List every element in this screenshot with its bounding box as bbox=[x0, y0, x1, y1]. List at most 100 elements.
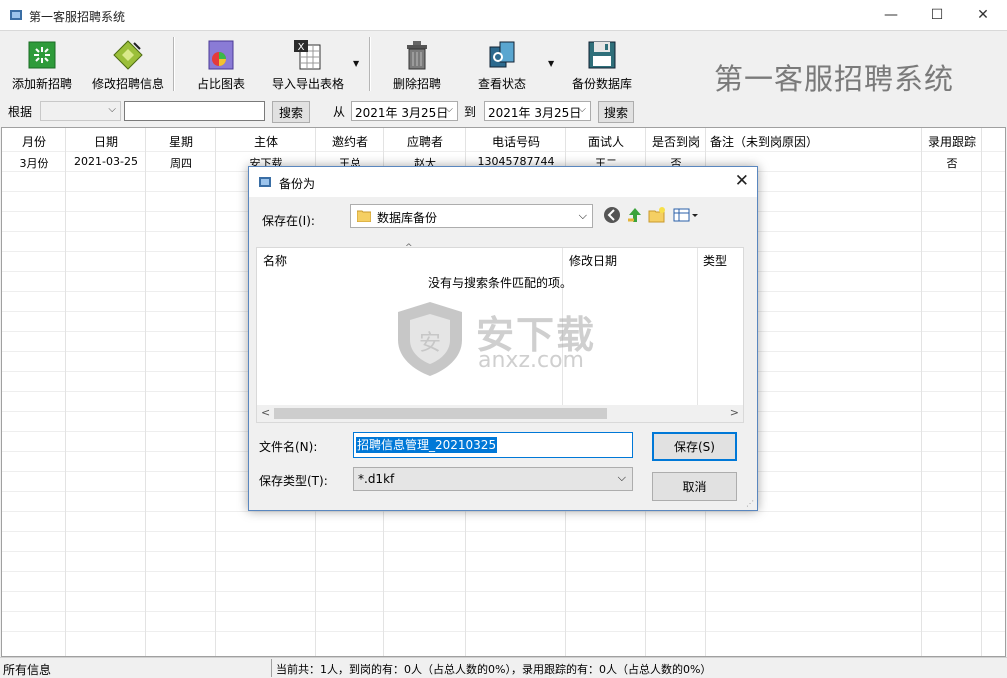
status-summary: 当前共：1人，到岗的有：0人（占总人数的0%），录用跟踪的有：0人（占总人数的0… bbox=[276, 663, 712, 676]
app-icon bbox=[259, 177, 271, 187]
toolbar-separator bbox=[369, 37, 371, 91]
status-separator bbox=[271, 659, 272, 677]
column-header-month[interactable]: 月份 bbox=[2, 133, 66, 150]
filetype-value: *.d1kf bbox=[358, 472, 395, 486]
back-icon[interactable] bbox=[603, 206, 621, 224]
dialog-title-bar: 备份为 ✕ bbox=[249, 167, 757, 197]
edit-recruit-button[interactable]: 修改招聘信息 bbox=[88, 35, 168, 93]
status-left: 所有信息 bbox=[3, 663, 52, 677]
up-folder-icon[interactable] bbox=[626, 206, 644, 224]
column-header-inviter[interactable]: 邀约者 bbox=[316, 133, 384, 150]
import-export-dropdown-arrow[interactable]: ▼ bbox=[353, 59, 359, 68]
from-date-value: 2021年 3月25日 bbox=[355, 106, 449, 120]
date-search-button[interactable]: 搜索 bbox=[598, 101, 634, 123]
status-bar: 所有信息 当前共：1人，到岗的有：0人（占总人数的0%），录用跟踪的有：0人（占… bbox=[0, 657, 1007, 678]
filter-bar: 根据 ⌵ 搜索 从 2021年 3月25日 ⌵ 到 2021年 3月25日 ⌵ … bbox=[0, 97, 1007, 125]
to-label: 到 bbox=[464, 105, 477, 119]
column-header-remark[interactable]: 备注（未到岗原因） bbox=[710, 133, 818, 150]
cell-weekday[interactable]: 周四 bbox=[146, 155, 216, 171]
keyword-search-button[interactable]: 搜索 bbox=[272, 101, 310, 123]
cell-month[interactable]: 3月份 bbox=[2, 155, 66, 171]
svg-text:安: 安 bbox=[419, 331, 441, 356]
cancel-button[interactable]: 取消 bbox=[652, 472, 737, 501]
cell-date[interactable]: 2021-03-25 bbox=[66, 155, 146, 168]
delete-recruit-label: 删除招聘 bbox=[392, 77, 441, 91]
column-header-modified[interactable]: 修改日期 bbox=[569, 252, 617, 269]
sort-indicator-icon: ^ bbox=[405, 243, 413, 253]
dialog-title: 备份为 bbox=[279, 177, 316, 191]
save-button[interactable]: 保存(S) bbox=[652, 432, 737, 461]
view-status-label: 查看状态 bbox=[477, 77, 526, 91]
column-header-applicant[interactable]: 应聘者 bbox=[384, 133, 466, 150]
to-date-picker[interactable]: 2021年 3月25日 ⌵ bbox=[484, 101, 591, 121]
backup-database-label: 备份数据库 bbox=[571, 77, 632, 91]
filename-value: 招聘信息管理_20210325 bbox=[356, 437, 498, 453]
watermark: 安 安下载 anxz.com bbox=[394, 300, 624, 380]
import-export-icon: X bbox=[294, 40, 321, 70]
scroll-right-icon[interactable]: > bbox=[730, 406, 739, 419]
chevron-down-icon: ⌵ bbox=[578, 104, 586, 115]
column-month: 月份 3月份 bbox=[2, 128, 66, 656]
scroll-left-icon[interactable]: < bbox=[261, 406, 270, 419]
chevron-down-icon: ⌵ bbox=[108, 104, 116, 115]
add-recruit-label: 添加新招聘 bbox=[11, 77, 72, 91]
column-header-interviewer[interactable]: 面试人 bbox=[566, 133, 646, 150]
shield-icon: 安 bbox=[398, 302, 462, 376]
column-date: 日期 2021-03-25 bbox=[66, 128, 146, 656]
brand-title: 第一客服招聘系统 bbox=[714, 62, 955, 96]
column-divider bbox=[697, 248, 698, 406]
resize-grip-icon[interactable]: ⋰ bbox=[746, 499, 754, 508]
maximize-button[interactable]: ☐ bbox=[914, 0, 960, 30]
scroll-thumb[interactable] bbox=[274, 408, 607, 419]
filetype-select[interactable]: *.d1kf ⌵ bbox=[353, 467, 633, 491]
column-header-date[interactable]: 日期 bbox=[66, 133, 146, 150]
minimize-button[interactable]: — bbox=[868, 0, 914, 30]
column-header-type[interactable]: 类型 bbox=[703, 252, 727, 269]
view-menu-icon[interactable] bbox=[673, 206, 699, 224]
column-header-hire-tracking[interactable]: 录用跟踪 bbox=[922, 133, 982, 150]
horizontal-scrollbar[interactable]: < > bbox=[257, 405, 743, 422]
view-status-button[interactable]: 查看状态 bbox=[473, 35, 531, 93]
filetype-label: 保存类型(T): bbox=[259, 474, 328, 488]
app-icon bbox=[10, 10, 22, 20]
column-header-onboard[interactable]: 是否到岗 bbox=[646, 133, 706, 150]
filter-by-label: 根据 bbox=[8, 105, 33, 119]
window-title: 第一客服招聘系统 bbox=[29, 10, 126, 24]
column-header-weekday[interactable]: 星期 bbox=[146, 133, 216, 150]
empty-message: 没有与搜索条件匹配的项。 bbox=[427, 276, 572, 290]
column-header-subject[interactable]: 主体 bbox=[216, 133, 316, 150]
filter-field-select[interactable]: ⌵ bbox=[40, 101, 121, 121]
from-label: 从 bbox=[333, 105, 346, 119]
add-recruit-icon bbox=[28, 41, 56, 69]
edit-recruit-label: 修改招聘信息 bbox=[91, 77, 164, 91]
toolbar-separator bbox=[173, 37, 175, 91]
trash-icon bbox=[407, 41, 427, 70]
column-header-phone[interactable]: 电话号码 bbox=[466, 133, 566, 150]
from-date-picker[interactable]: 2021年 3月25日 ⌵ bbox=[351, 101, 458, 121]
save-in-value: 数据库备份 bbox=[377, 211, 438, 225]
filename-input[interactable]: 招聘信息管理_20210325 bbox=[353, 432, 633, 458]
to-date-value: 2021年 3月25日 bbox=[488, 106, 582, 120]
chevron-down-icon: ⌵ bbox=[445, 104, 453, 115]
close-button[interactable]: ✕ bbox=[960, 0, 1006, 30]
column-weekday: 星期 周四 bbox=[146, 128, 216, 656]
filename-label: 文件名(N): bbox=[259, 440, 318, 454]
status-icon bbox=[489, 41, 515, 68]
import-export-button[interactable]: X 导入导出表格 bbox=[266, 35, 350, 93]
title-bar: 第一客服招聘系统 — ☐ ✕ bbox=[0, 0, 1007, 31]
dialog-close-button[interactable]: ✕ bbox=[735, 171, 749, 191]
cell-hire-tracking[interactable]: 否 bbox=[922, 155, 982, 171]
folder-icon bbox=[357, 210, 371, 222]
keyword-input[interactable] bbox=[124, 101, 265, 121]
save-in-select[interactable]: 数据库备份 ⌵ bbox=[350, 204, 593, 228]
chart-label: 占比图表 bbox=[196, 77, 245, 91]
new-folder-icon[interactable] bbox=[648, 206, 666, 224]
add-recruit-button[interactable]: 添加新招聘 bbox=[10, 35, 74, 93]
toolbar: 添加新招聘 修改招聘信息 占比图表 X 导入导出表格 ▼ 删除招聘 查看状态 ▼… bbox=[0, 31, 1007, 97]
delete-recruit-button[interactable]: 删除招聘 bbox=[388, 35, 446, 93]
chart-button[interactable]: 占比图表 bbox=[192, 35, 250, 93]
backup-database-button[interactable]: 备份数据库 bbox=[570, 35, 634, 93]
column-header-name[interactable]: 名称 bbox=[263, 252, 287, 269]
watermark-url: anxz.com bbox=[478, 348, 584, 373]
view-status-dropdown-arrow[interactable]: ▼ bbox=[548, 59, 554, 68]
